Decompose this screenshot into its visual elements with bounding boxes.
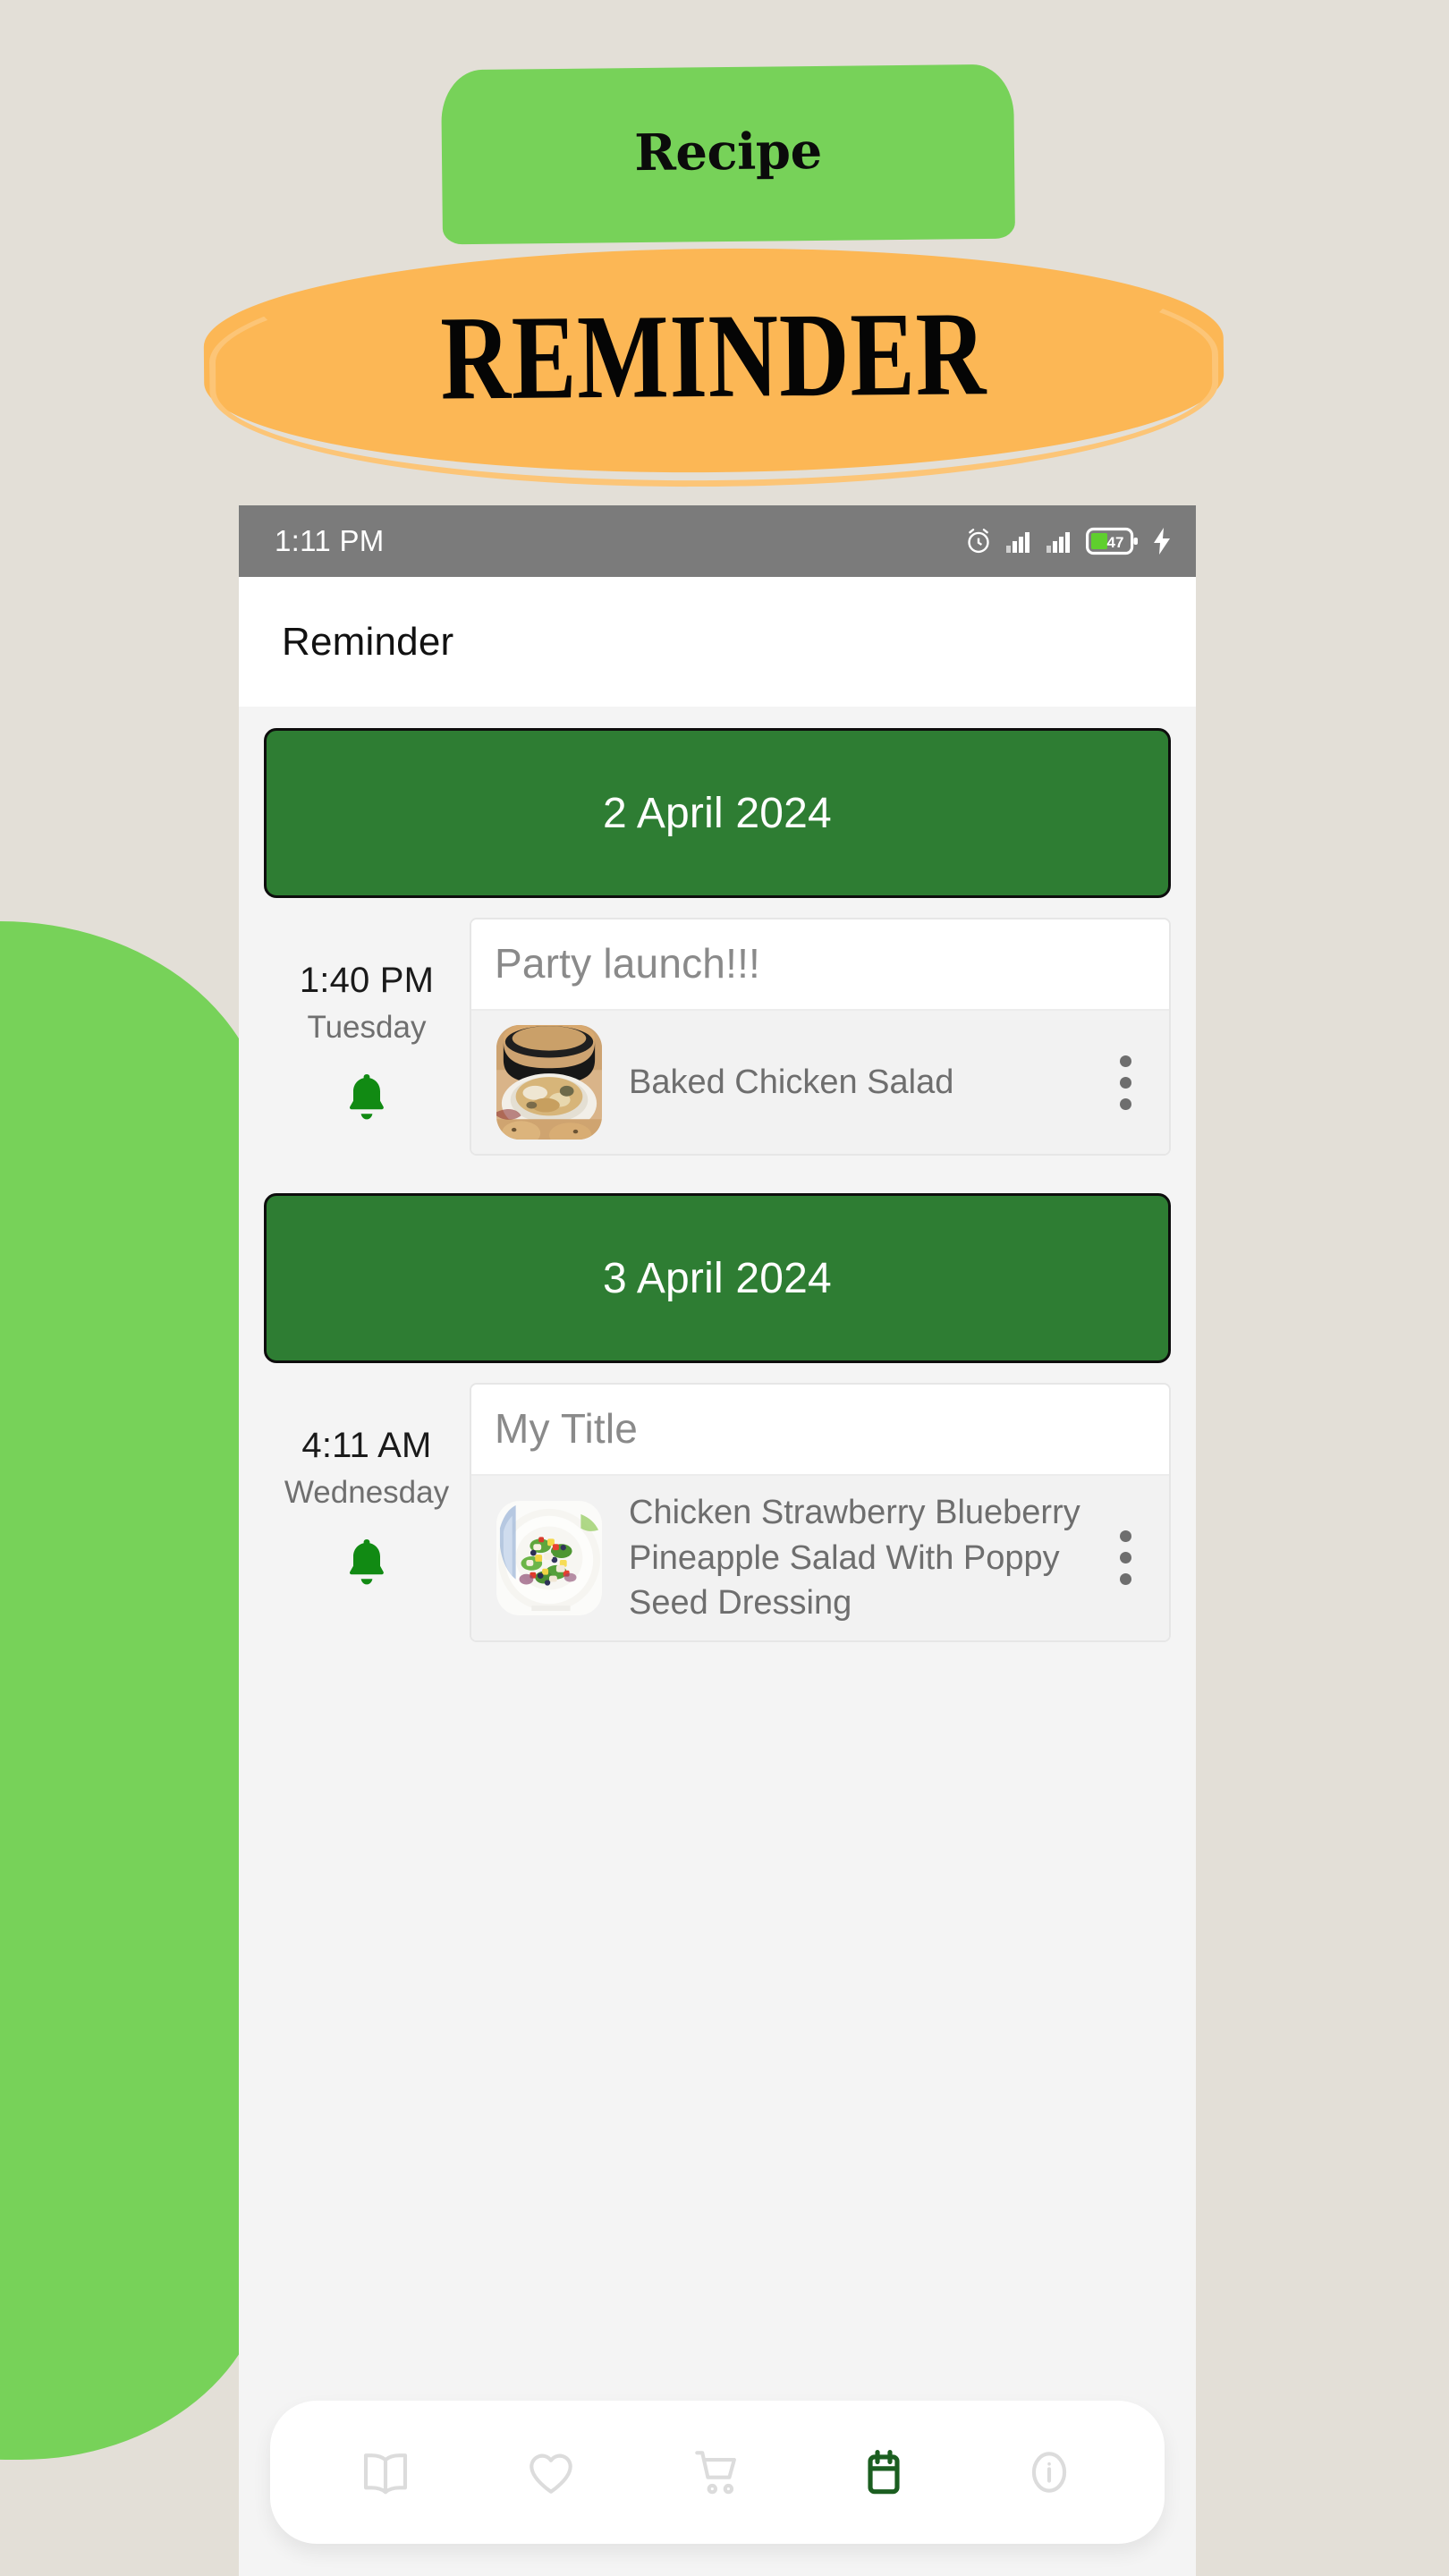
more-vertical-icon[interactable] xyxy=(1108,1055,1149,1110)
alarm-icon xyxy=(963,526,994,556)
reminder-banner: REMINDER xyxy=(202,244,1225,477)
reminder-weekday: Wednesday xyxy=(284,1475,450,1510)
reminder-list[interactable]: 2 April 2024 1:40 PM Tuesday Party launc… xyxy=(239,707,1196,2576)
date-header-banner[interactable]: 2 April 2024 xyxy=(264,728,1171,898)
status-time: 1:11 PM xyxy=(275,524,385,557)
reminder-time-column: 1:40 PM Tuesday xyxy=(264,918,470,1123)
calendar-icon xyxy=(856,2445,911,2500)
charging-bolt-icon xyxy=(1151,527,1173,555)
date-header-banner[interactable]: 3 April 2024 xyxy=(264,1193,1171,1363)
date-header-label: 2 April 2024 xyxy=(603,789,832,837)
more-vertical-icon[interactable] xyxy=(1108,1530,1149,1586)
bottom-navigation xyxy=(270,2401,1165,2544)
recipe-banner-label: Recipe xyxy=(633,121,822,182)
signal-icon-1 xyxy=(1005,529,1034,554)
reminder-time: 4:11 AM xyxy=(301,1426,432,1465)
background-blob-green xyxy=(0,921,268,2460)
more-dot xyxy=(1119,1097,1131,1110)
reminder-card-title: My Title xyxy=(471,1385,1169,1474)
reminder-weekday: Tuesday xyxy=(307,1010,427,1045)
status-bar: 1:11 PM 47 xyxy=(239,505,1196,577)
reminder-row[interactable]: 4:11 AM Wednesday My Title Chicken Straw… xyxy=(264,1383,1171,1642)
status-icons: 47 xyxy=(963,526,1173,556)
more-dot xyxy=(1119,1530,1131,1543)
recipe-banner: Recipe xyxy=(440,64,1016,245)
poster-header: Recipe REMINDER xyxy=(0,0,1449,519)
reminder-recipe-name: Baked Chicken Salad xyxy=(629,1063,954,1101)
reminder-card-body: Chicken Strawberry Blueberry Pineapple S… xyxy=(471,1474,1169,1640)
signal-icon-2 xyxy=(1046,529,1074,554)
bottom-navigation-wrap xyxy=(239,2388,1196,2576)
book-icon xyxy=(358,2445,413,2500)
more-dot xyxy=(1119,1573,1131,1586)
reminder-card[interactable]: Party launch!!! Baked Chicken Salad xyxy=(470,918,1171,1156)
nav-item-cart[interactable] xyxy=(668,2423,767,2521)
phone-screen: 1:11 PM 47 Reminder 2 April 2024 1:40 PM… xyxy=(239,505,1196,2576)
cart-icon xyxy=(690,2445,745,2500)
app-bar: Reminder xyxy=(239,577,1196,707)
svg-text:47: 47 xyxy=(1107,534,1124,551)
bell-icon xyxy=(342,1071,392,1123)
more-dot xyxy=(1119,1552,1131,1564)
chicken-strawberry-salad-thumbnail xyxy=(496,1500,602,1615)
page-title: Reminder xyxy=(282,619,454,664)
reminder-time: 1:40 PM xyxy=(299,961,435,1000)
reminder-row[interactable]: 1:40 PM Tuesday Party launch!!! Baked Ch… xyxy=(264,918,1171,1156)
heart-icon xyxy=(523,2445,579,2500)
reminder-time-column: 4:11 AM Wednesday xyxy=(264,1383,470,1588)
nav-item-recipes[interactable] xyxy=(336,2423,435,2521)
nav-item-info[interactable] xyxy=(1000,2423,1098,2521)
battery-icon: 47 xyxy=(1086,527,1140,555)
more-dot xyxy=(1119,1055,1131,1067)
info-icon xyxy=(1021,2445,1077,2500)
reminder-card-title: Party launch!!! xyxy=(471,919,1169,1009)
reminder-card-body: Baked Chicken Salad xyxy=(471,1009,1169,1154)
reminder-recipe-name: Chicken Strawberry Blueberry Pineapple S… xyxy=(629,1494,1080,1623)
baked-chicken-salad-thumbnail xyxy=(496,1025,602,1140)
nav-item-favorites[interactable] xyxy=(502,2423,600,2521)
reminder-card[interactable]: My Title Chicken Strawberry Blueberry Pi… xyxy=(470,1383,1171,1642)
bell-icon xyxy=(342,1536,392,1588)
more-dot xyxy=(1119,1076,1131,1089)
nav-item-reminders[interactable] xyxy=(835,2423,933,2521)
date-header-label: 3 April 2024 xyxy=(603,1254,832,1302)
reminder-banner-label: REMINDER xyxy=(440,286,987,426)
